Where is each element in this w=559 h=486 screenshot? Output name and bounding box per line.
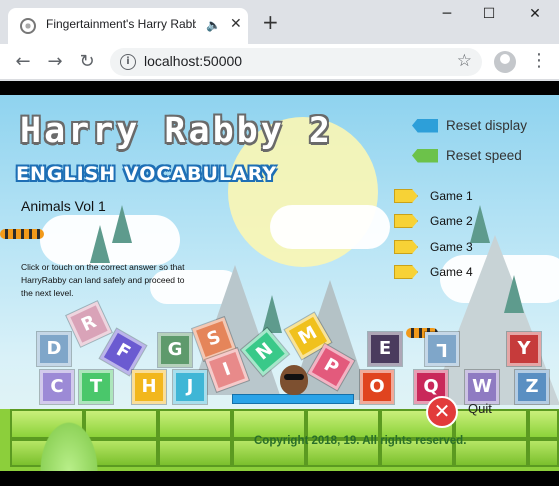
address-bar[interactable]: i localhost:50000 ☆ (110, 48, 482, 76)
new-tab-button[interactable]: + (262, 12, 279, 32)
game-4-button[interactable]: Game 4 (394, 265, 473, 279)
letter-tile[interactable]: G (158, 333, 192, 367)
letter-tile[interactable]: Y (507, 332, 541, 366)
letter-tile[interactable]: W (465, 370, 499, 404)
yellow-flag-icon (394, 189, 418, 203)
letter-tile[interactable]: R (66, 301, 112, 347)
game-2-label: Game 2 (430, 214, 473, 228)
quit-button[interactable]: ✕ (426, 396, 458, 428)
cloud-decoration (270, 205, 390, 249)
browser-toolbar: ← → ↻ i localhost:50000 ☆ ⋮ (0, 44, 559, 80)
close-tab-icon[interactable]: ✕ (230, 16, 242, 32)
cloud-decoration (40, 215, 180, 265)
game-2-button[interactable]: Game 2 (394, 214, 473, 228)
ground-block (528, 439, 559, 467)
yellow-flag-icon (394, 265, 418, 279)
game-canvas[interactable]: Harry Rabby 2 ENGLISH VOCABULARY Animals… (0, 95, 559, 471)
browser-titlebar: Fingertainment's Harry Rabby 2 🔈 ✕ + ─ ☐… (0, 0, 559, 44)
letter-tile[interactable]: L (425, 332, 459, 366)
letter-tile[interactable]: E (368, 332, 402, 366)
maximize-button[interactable]: ☐ (474, 6, 504, 26)
letter-tile[interactable]: F (99, 328, 147, 376)
back-button[interactable]: ← (12, 51, 34, 73)
tree-decoration (112, 205, 132, 243)
tree-decoration (262, 295, 282, 333)
quit-label[interactable]: Quit (468, 401, 492, 416)
landing-platform (232, 394, 354, 404)
green-arrow-icon (412, 148, 438, 163)
reset-display-label: Reset display (446, 118, 528, 133)
game-3-button[interactable]: Game 3 (394, 240, 473, 254)
site-info-icon[interactable]: i (120, 54, 136, 70)
reset-speed-button[interactable]: Reset speed (412, 148, 522, 163)
yellow-flag-icon (394, 214, 418, 228)
game-1-label: Game 1 (430, 189, 473, 203)
letter-tile[interactable]: O (360, 370, 394, 404)
ground-block (158, 409, 232, 439)
reset-display-button[interactable]: Reset display (412, 118, 527, 133)
ground-block (158, 439, 232, 467)
dragonfly-decoration (0, 229, 44, 239)
game-4-label: Game 4 (430, 265, 473, 279)
letter-tile[interactable]: H (132, 370, 166, 404)
url-text[interactable]: localhost:50000 (144, 53, 242, 69)
browser-menu-icon[interactable]: ⋮ (530, 50, 548, 71)
letter-tile[interactable]: J (173, 370, 207, 404)
letter-tile[interactable]: T (79, 370, 113, 404)
audio-playing-icon[interactable]: 🔈 (206, 18, 221, 32)
letter-tile[interactable]: C (40, 370, 74, 404)
game-subtitle: ENGLISH VOCABULARY (16, 163, 278, 185)
game-3-label: Game 3 (430, 240, 473, 254)
reset-speed-label: Reset speed (446, 148, 522, 163)
minimize-button[interactable]: ─ (432, 6, 462, 26)
yellow-flag-icon (394, 240, 418, 254)
bookmark-star-icon[interactable]: ☆ (457, 51, 472, 71)
letter-tile[interactable]: D (37, 332, 71, 366)
close-window-button[interactable]: ✕ (520, 6, 550, 26)
tab-title: Fingertainment's Harry Rabby 2 (46, 17, 196, 31)
blue-arrow-icon (412, 118, 438, 133)
favicon-icon (20, 18, 36, 34)
bush-decoration (36, 415, 102, 471)
volume-label: Animals Vol 1 (21, 198, 106, 214)
reload-button[interactable]: ↻ (76, 51, 98, 73)
harry-rabby-character (280, 365, 308, 395)
forward-button[interactable]: → (44, 51, 66, 73)
game-title: Harry Rabby 2 (20, 111, 333, 151)
tree-decoration (90, 225, 110, 263)
profile-avatar[interactable] (494, 51, 516, 73)
instructions-text: Click or touch on the correct answer so … (21, 262, 185, 298)
tree-decoration (504, 275, 524, 313)
page-viewport: Harry Rabby 2 ENGLISH VOCABULARY Animals… (0, 81, 559, 486)
game-1-button[interactable]: Game 1 (394, 189, 473, 203)
letter-tile[interactable]: Z (515, 370, 549, 404)
browser-tab[interactable]: Fingertainment's Harry Rabby 2 🔈 ✕ (8, 8, 248, 44)
tree-decoration (470, 205, 490, 243)
ground-block (528, 409, 559, 439)
copyright-text: Copyright 2018, 19. All rights reserved. (254, 435, 467, 447)
